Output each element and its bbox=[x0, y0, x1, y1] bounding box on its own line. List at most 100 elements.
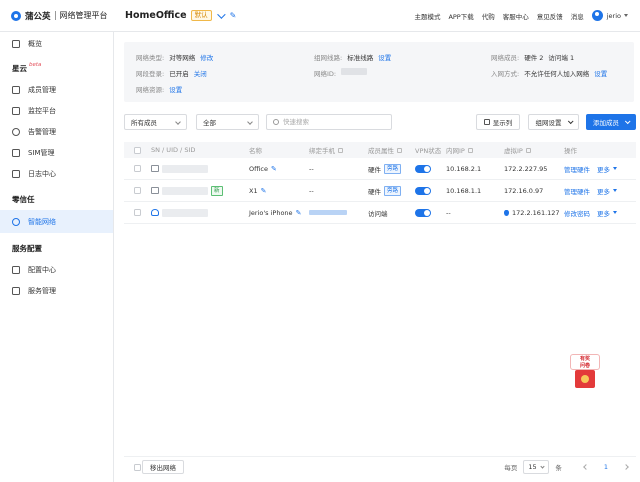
chevron-down-icon bbox=[175, 119, 181, 125]
sidebar: 概览 星云 beta 成员管理 监控平台 告警管理 SIM管理 日志中心 零信任… bbox=[0, 32, 114, 482]
member-filter-select[interactable]: 所有成员 bbox=[124, 114, 187, 130]
row-checkbox[interactable] bbox=[134, 209, 141, 216]
add-member-button[interactable]: 添加成员 bbox=[586, 114, 636, 130]
caret-down-icon[interactable] bbox=[613, 211, 617, 214]
type-filter-select[interactable]: 全部 bbox=[196, 114, 259, 130]
close-segment-login-link[interactable]: 关闭 bbox=[194, 68, 207, 78]
sidebar-item-sim[interactable]: SIM管理 bbox=[0, 142, 113, 163]
row-checkbox[interactable] bbox=[134, 165, 141, 172]
brand[interactable]: 蒲公英 网络管理平台 bbox=[0, 0, 114, 32]
more-actions-link[interactable]: 更多 bbox=[597, 208, 610, 218]
edit-network-pencil-icon[interactable]: ✎ bbox=[230, 12, 237, 20]
pagination: 每页 15 条 1 bbox=[504, 460, 629, 474]
set-network-resource-link[interactable]: 设置 bbox=[169, 84, 182, 94]
grid-icon bbox=[12, 265, 20, 274]
set-join-method-link[interactable]: 设置 bbox=[594, 68, 607, 78]
vpn-toggle[interactable] bbox=[415, 208, 431, 217]
app-download-link[interactable]: APP下载 bbox=[448, 11, 473, 21]
sidebar-group-label: 服务配置 bbox=[12, 243, 42, 253]
set-group-line-link[interactable]: 设置 bbox=[378, 52, 391, 62]
eye-icon[interactable] bbox=[338, 147, 343, 153]
toolbar: 所有成员 全部 显示列 组网设置 添加成员 bbox=[124, 114, 636, 130]
caret-down-icon[interactable] bbox=[613, 189, 617, 192]
edit-name-pencil-icon[interactable]: ✎ bbox=[261, 187, 267, 195]
info-value: 访问端 1 bbox=[548, 54, 575, 62]
column-header-label: 内网IP bbox=[446, 147, 465, 155]
virtual-ip: 172.16.0.97 bbox=[504, 186, 544, 195]
prev-page-icon[interactable] bbox=[583, 464, 589, 470]
sidebar-group-label: 零信任 bbox=[12, 194, 35, 204]
manage-hardware-link[interactable]: 管理硬件 bbox=[564, 164, 590, 174]
promo-text: 问卷 bbox=[579, 363, 590, 369]
per-page-select[interactable]: 15 bbox=[523, 460, 550, 474]
table-header: SN / UID / SID 名称 绑定手机 成员属性 VPN状态 内网IP 虚… bbox=[124, 142, 636, 158]
info-value: 不允许任何人加入网络 bbox=[524, 70, 590, 78]
feedback-link[interactable]: 意见反馈 bbox=[537, 11, 563, 21]
remove-from-network-button[interactable]: 移出网络 bbox=[142, 460, 184, 474]
sidebar-item-smart-network[interactable]: 智能网络 bbox=[0, 210, 113, 233]
info-network-type: 网络类型: 对等网络 修改 bbox=[136, 52, 213, 62]
service-document-icon bbox=[12, 286, 20, 295]
sort-icon[interactable] bbox=[467, 147, 473, 153]
sidebar-item-logs[interactable]: 日志中心 bbox=[0, 163, 113, 184]
sidebar-item-label: SIM管理 bbox=[28, 148, 55, 157]
user-avatar-icon[interactable] bbox=[591, 10, 603, 21]
vpn-toggle[interactable] bbox=[415, 164, 431, 173]
column-header-label: 成员属性 bbox=[368, 147, 394, 155]
column-header-sn: SN / UID / SID bbox=[151, 146, 196, 154]
more-actions-link[interactable]: 更多 bbox=[597, 186, 610, 196]
sidebar-item-members[interactable]: 成员管理 bbox=[0, 79, 113, 100]
info-group-line: 组网线路: 标准线路 设置 bbox=[314, 52, 391, 62]
smart-network-icon bbox=[12, 217, 20, 226]
change-password-link[interactable]: 修改密码 bbox=[564, 208, 590, 218]
caret-down-icon[interactable] bbox=[613, 167, 617, 170]
more-actions-link[interactable]: 更多 bbox=[597, 164, 610, 174]
user-menu-caret-icon[interactable] bbox=[624, 14, 628, 17]
sidebar-item-config-center[interactable]: 配置中心 bbox=[0, 259, 113, 280]
phone-redacted bbox=[309, 210, 347, 215]
messages-link[interactable]: 消息 bbox=[571, 11, 584, 21]
sidebar-item-alerts[interactable]: 告警管理 bbox=[0, 121, 113, 142]
sidebar-item-monitor[interactable]: 监控平台 bbox=[0, 100, 113, 121]
group-settings-button[interactable]: 组网设置 bbox=[528, 114, 579, 130]
select-all-checkbox[interactable] bbox=[134, 146, 141, 154]
current-page[interactable]: 1 bbox=[604, 463, 608, 471]
edit-name-pencil-icon[interactable]: ✎ bbox=[296, 209, 302, 217]
sort-icon[interactable] bbox=[525, 147, 531, 153]
next-page-icon[interactable] bbox=[623, 464, 629, 470]
show-columns-button[interactable]: 显示列 bbox=[476, 114, 520, 130]
virtual-ip: 172.2.161.127 bbox=[512, 208, 560, 217]
support-center-link[interactable]: 客服中心 bbox=[503, 11, 529, 21]
vpn-toggle[interactable] bbox=[415, 186, 431, 195]
info-value: 标准线路 bbox=[347, 54, 374, 62]
sidebar-item-label: 告警管理 bbox=[28, 127, 56, 136]
sidebar-item-service-management[interactable]: 服务管理 bbox=[0, 280, 113, 301]
columns-icon bbox=[483, 119, 490, 125]
edit-name-pencil-icon[interactable]: ✎ bbox=[271, 165, 277, 173]
cube-icon bbox=[12, 85, 20, 94]
sidebar-item-overview[interactable]: 概览 bbox=[0, 33, 113, 54]
per-page-label: 每页 bbox=[504, 464, 518, 472]
column-header-lan-ip: 内网IP bbox=[446, 142, 473, 158]
member-attr: 硬件 bbox=[368, 187, 381, 196]
chevron-down-icon bbox=[624, 118, 631, 125]
table-footer: 移出网络 每页 15 条 1 bbox=[124, 456, 636, 476]
sidebar-item-label: 监控平台 bbox=[28, 106, 56, 115]
modify-network-type-link[interactable]: 修改 bbox=[200, 52, 213, 62]
theme-mode-link[interactable]: 主题模式 bbox=[414, 11, 440, 21]
manage-hardware-link[interactable]: 管理硬件 bbox=[564, 186, 590, 196]
search-input[interactable] bbox=[283, 118, 383, 126]
chevron-down-icon bbox=[247, 119, 253, 125]
network-switch-chevron-icon[interactable] bbox=[216, 9, 226, 19]
survey-promo[interactable]: 有奖 问卷 bbox=[568, 354, 602, 388]
user-name[interactable]: jerio bbox=[607, 12, 621, 20]
purchase-link[interactable]: 代购 bbox=[482, 11, 495, 21]
info-label: 网络资源: bbox=[136, 86, 165, 94]
sidebar-group-zero-trust: 零信任 bbox=[0, 188, 113, 210]
footer-select-checkbox[interactable] bbox=[134, 464, 141, 471]
bypass-tag: 旁路 bbox=[384, 163, 402, 174]
bypass-tag: 旁路 bbox=[384, 185, 402, 196]
filter-icon[interactable] bbox=[397, 147, 402, 153]
row-checkbox[interactable] bbox=[134, 187, 141, 194]
sidebar-item-label: 服务管理 bbox=[28, 286, 56, 295]
